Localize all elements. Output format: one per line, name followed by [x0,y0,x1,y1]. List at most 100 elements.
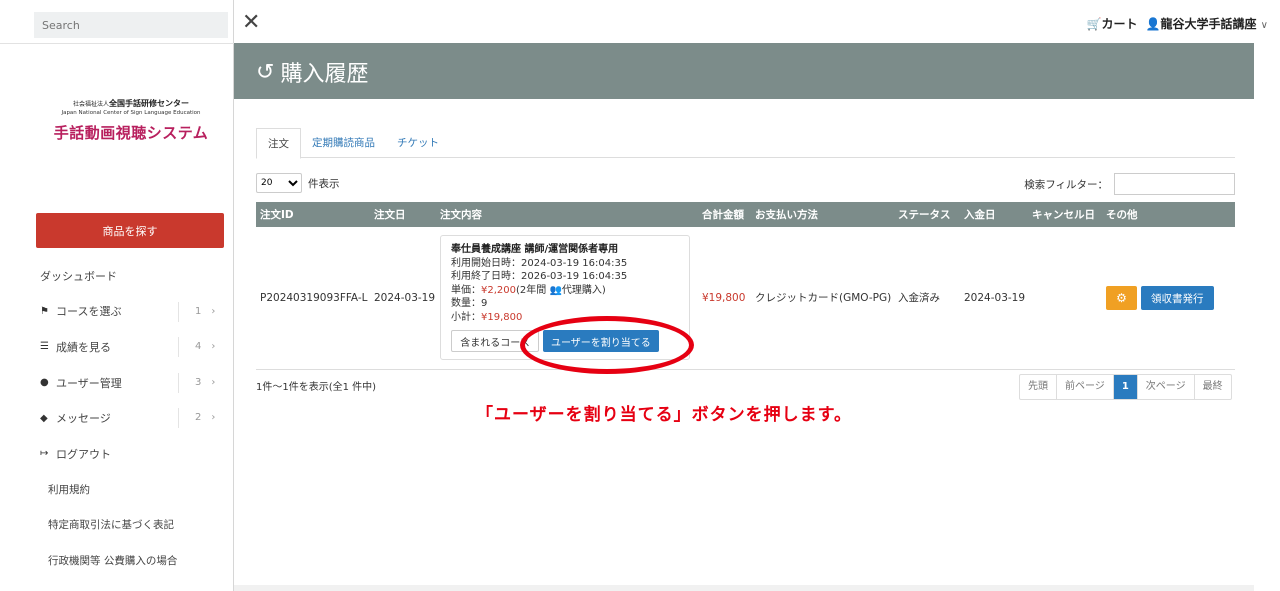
page-length-suffix: 件表示 [308,177,340,190]
column-header[interactable]: その他 [1102,202,1235,227]
logo-system-name: 手話動画視聴システム [53,124,209,142]
content-footer-band [234,585,1254,591]
sidebar-nav: ダッシュボード ⚑ コースを選ぶ 1 › ☰ 成績を見る 4 › ● ユーザー管理 … [0,258,234,578]
users-icon: 👥 [549,284,562,296]
chevron-right-icon: › [211,341,216,353]
sidebar-item-users[interactable]: ● ユーザー管理 3 › [0,365,234,401]
payment-method: クレジットカード(GMO-PG) [751,227,894,370]
tab-subscriptions[interactable]: 定期購読商品 [301,128,386,157]
page-length-select[interactable]: 20 [256,173,302,193]
cart-link[interactable]: 🛒カート [1087,15,1138,32]
flag-icon: ⚑ [40,305,49,317]
order-tabs: 注文 定期購読商品 チケット [256,128,1235,159]
chevron-right-icon: › [211,305,216,317]
order-detail-card: 奉仕員養成講座 講師/運営関係者専用 利用開始日時：2024-03-19 16:… [440,235,690,361]
table-info: 1件～1件を表示(全1 件中) [256,382,377,393]
column-header[interactable]: 合計金額 [698,202,751,227]
logo-org-name: 全国手話研修センター [109,99,189,108]
sidebar-item-logout[interactable]: ↦ ログアウト [0,436,234,472]
user-icon: 👤 [1145,17,1161,31]
history-icon: ↺ [256,59,275,85]
sidebar-item-label: メッセージ [56,412,111,426]
gear-icon: ⚙ [1116,290,1127,305]
product-name: 奉仕員養成講座 講師/運営関係者専用 [451,244,619,256]
unit-price: 単価：¥2,200(2年間 👥代理購入) [451,284,606,296]
count-badge: 2 [195,412,202,424]
cart-label: カート [1101,17,1138,31]
filter-input[interactable] [1114,173,1235,195]
annotation-instruction: 「ユーザーを割り当てる」ボタンを押します。 [476,405,852,425]
chevron-down-icon: ∨ [1260,20,1268,31]
cart-icon: 🛒 [1086,17,1102,31]
pagination-prev[interactable]: 前ページ [1056,375,1113,399]
count-badge: 3 [195,376,202,388]
users-icon: ● [40,377,49,389]
order-date: 2024-03-19 [370,227,436,370]
count-badge: 1 [195,305,202,317]
settings-button[interactable]: ⚙ [1106,285,1137,310]
column-header[interactable]: お支払い方法 [751,202,894,227]
quantity: 数量：9 [451,298,488,310]
column-header[interactable]: 注文ID [256,202,370,227]
sidebar-link-terms[interactable]: 利用規約 [0,472,234,508]
column-header[interactable]: 入金日 [960,202,1028,227]
cancel-date [1028,227,1102,370]
chevron-right-icon: › [211,412,216,424]
start-datetime: 利用開始日時：2024-03-19 16:04:35 [451,257,628,269]
sidebar-item-label: コースを選ぶ [56,305,122,319]
column-header[interactable]: ステータス [894,202,960,227]
order-status: 入金済み [894,227,960,370]
column-header[interactable]: 注文日 [370,202,436,227]
sidebar-item-courses[interactable]: ⚑ コースを選ぶ 1 › [0,294,234,330]
find-products-button[interactable]: 商品を探す [36,213,224,248]
pagination-page[interactable]: 1 [1112,375,1137,399]
logo-prefix: 社会福祉法人 [72,101,109,108]
logout-icon: ↦ [40,448,49,460]
order-total: ¥19,800 [698,227,751,370]
count-badge: 4 [195,341,202,353]
chart-icon: ☰ [40,341,49,353]
sidebar: 社会福祉法人全国手話研修センター Japan National Center o… [0,0,234,591]
search-filter: 検索フィルター： [1024,173,1235,195]
search-input[interactable] [34,12,228,38]
table-row: P20240319093FFA-L 2024-03-19 奉仕員養成講座 講師/… [256,227,1235,370]
site-logo[interactable]: 社会福祉法人全国手話研修センター Japan National Center o… [34,98,228,143]
pagination-next[interactable]: 次ページ [1136,375,1194,399]
paid-date: 2024-03-19 [960,227,1028,370]
end-datetime: 利用終了日時：2026-03-19 16:04:35 [451,271,628,283]
sidebar-link-commerce-law[interactable]: 特定商取引法に基づく表記 [0,507,234,543]
user-name: 龍谷大学手話講座 [1160,17,1257,31]
sidebar-item-label: ログアウト [56,447,111,461]
table-header-row: 注文ID 注文日 注文内容 合計金額 お支払い方法 ステータス 入金日 キャンセ… [256,202,1235,227]
logo-english: Japan National Center of Sign Language E… [61,110,201,116]
column-header[interactable]: キャンセル日 [1028,202,1102,227]
sidebar-link-public-purchase[interactable]: 行政機関等 公費購入の場合 [0,543,234,579]
page-header: ↺ 購入履歴 [234,43,1254,99]
page-length-control: 20 件表示 [256,173,340,193]
tab-orders[interactable]: 注文 [256,128,301,159]
chat-icon: ◆ [40,412,48,424]
column-header[interactable]: 注文内容 [436,202,698,227]
included-courses-button[interactable]: 含まれるコース [451,330,539,353]
filter-label: 検索フィルター： [1024,178,1108,191]
sidebar-divider [0,43,234,44]
issue-receipt-button[interactable]: 領収書発行 [1141,286,1214,310]
tab-tickets[interactable]: チケット [386,128,450,157]
close-icon[interactable]: ✕ [242,12,260,34]
pagination: 先頭 前ページ 1 次ページ 最終 [1019,374,1232,400]
order-id: P20240319093FFA-L [256,227,370,370]
sidebar-item-label: ユーザー管理 [56,376,122,390]
chevron-right-icon: › [211,376,216,388]
sidebar-item-messages[interactable]: ◆ メッセージ 2 › [0,400,234,436]
pagination-first[interactable]: 先頭 [1020,375,1056,399]
sidebar-item-grades[interactable]: ☰ 成績を見る 4 › [0,329,234,365]
sidebar-item-label: 成績を見る [56,340,111,354]
user-menu[interactable]: 👤龍谷大学手話講座 ∨ [1146,15,1268,32]
sidebar-item-dashboard[interactable]: ダッシュボード [0,258,234,294]
orders-table: 注文ID 注文日 注文内容 合計金額 お支払い方法 ステータス 入金日 キャンセ… [256,202,1235,370]
assign-users-button[interactable]: ユーザーを割り当てる [543,330,659,353]
pagination-last[interactable]: 最終 [1193,375,1231,399]
top-right-menu: 🛒カート 👤龍谷大学手話講座 ∨ [1087,15,1268,32]
page-title: 購入履歴 [280,62,369,87]
sidebar-item-label: ダッシュボード [40,269,117,283]
